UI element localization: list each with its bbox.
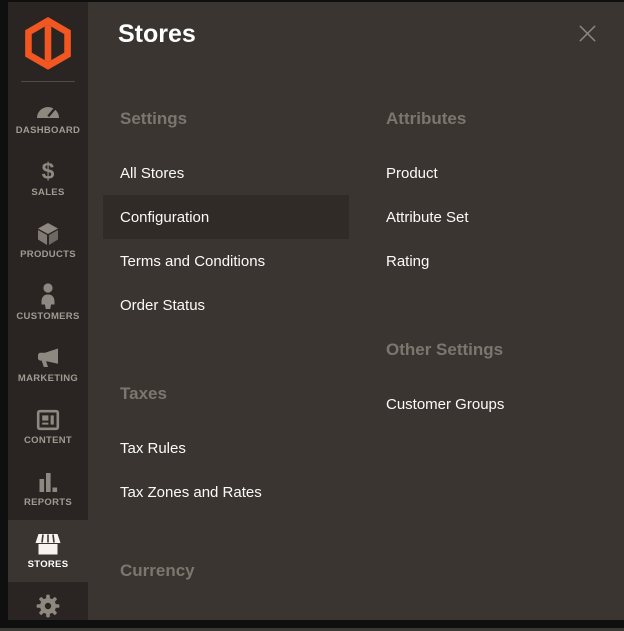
menu-item-tax-zones-and-rates[interactable]: Tax Zones and Rates (103, 470, 349, 514)
menu-item-order-status[interactable]: Order Status (103, 283, 349, 327)
stores-flyout-panel: Stores Settings All Stores Configuration… (88, 2, 624, 620)
sidebar-item-sales[interactable]: $ SALES (8, 148, 88, 210)
sidebar-item-system[interactable]: SYSTEM (8, 582, 88, 620)
admin-sidebar: DASHBOARD $ SALES PRODUCTS (8, 2, 88, 620)
sidebar-item-reports[interactable]: REPORTS (8, 458, 88, 520)
sidebar-item-dashboard[interactable]: DASHBOARD (8, 86, 88, 148)
menu-item-product[interactable]: Product (369, 151, 601, 195)
section-attributes: Attributes Product Attribute Set Rating (369, 108, 601, 283)
sidebar-item-stores[interactable]: STORES (8, 520, 88, 582)
section-title: Currency (103, 560, 349, 581)
sidebar-item-label: SALES (31, 187, 64, 198)
sidebar-item-label: STORES (28, 559, 69, 570)
system-gear-icon (36, 594, 60, 617)
sidebar-item-content[interactable]: CONTENT (8, 396, 88, 458)
close-icon (577, 23, 598, 44)
section-taxes: Taxes Tax Rules Tax Zones and Rates (103, 383, 349, 514)
sidebar-item-label: DASHBOARD (16, 125, 80, 136)
magento-logo-icon (25, 17, 71, 70)
section-title: Settings (103, 108, 349, 129)
stores-shop-icon (35, 532, 61, 555)
sales-dollar-icon: $ (42, 160, 55, 183)
flyout-column-settings: Settings All Stores Configuration Terms … (103, 108, 349, 620)
reports-chart-icon (36, 470, 60, 493)
section-other-settings: Other Settings Customer Groups (369, 339, 601, 426)
menu-item-tax-rules[interactable]: Tax Rules (103, 426, 349, 470)
menu-item-all-stores[interactable]: All Stores (103, 151, 349, 195)
menu-item-terms-and-conditions[interactable]: Terms and Conditions (103, 239, 349, 283)
page-title: Stores (118, 18, 196, 50)
section-currency: Currency Currency Rates (103, 560, 349, 620)
sidebar-divider (21, 81, 75, 82)
sidebar-item-products[interactable]: PRODUCTS (8, 210, 88, 272)
section-title: Attributes (369, 108, 601, 129)
section-title: Other Settings (369, 339, 601, 360)
menu-item-currency-rates[interactable]: Currency Rates (103, 603, 349, 620)
dashboard-gauge-icon (36, 98, 60, 121)
products-box-icon (36, 222, 60, 245)
menu-item-configuration[interactable]: Configuration (103, 195, 349, 239)
sidebar-item-label: REPORTS (24, 497, 72, 508)
menu-item-rating[interactable]: Rating (369, 239, 601, 283)
sidebar-item-customers[interactable]: CUSTOMERS (8, 272, 88, 334)
sidebar-item-label: MARKETING (18, 373, 78, 384)
menu-item-attribute-set[interactable]: Attribute Set (369, 195, 601, 239)
section-settings: Settings All Stores Configuration Terms … (103, 108, 349, 327)
close-button[interactable] (574, 20, 600, 46)
flyout-column-attributes: Attributes Product Attribute Set Rating … (369, 108, 601, 426)
menu-item-customer-groups[interactable]: Customer Groups (369, 382, 601, 426)
sidebar-nav: DASHBOARD $ SALES PRODUCTS (8, 86, 88, 620)
sidebar-item-marketing[interactable]: MARKETING (8, 334, 88, 396)
sidebar-item-label: CUSTOMERS (16, 311, 79, 322)
content-layout-icon (36, 408, 60, 431)
sidebar-item-label: PRODUCTS (20, 249, 76, 260)
customers-person-icon (36, 284, 60, 307)
magento-logo[interactable] (8, 2, 88, 78)
sidebar-item-label: CONTENT (24, 435, 72, 446)
marketing-megaphone-icon (36, 346, 60, 369)
section-title: Taxes (103, 383, 349, 404)
